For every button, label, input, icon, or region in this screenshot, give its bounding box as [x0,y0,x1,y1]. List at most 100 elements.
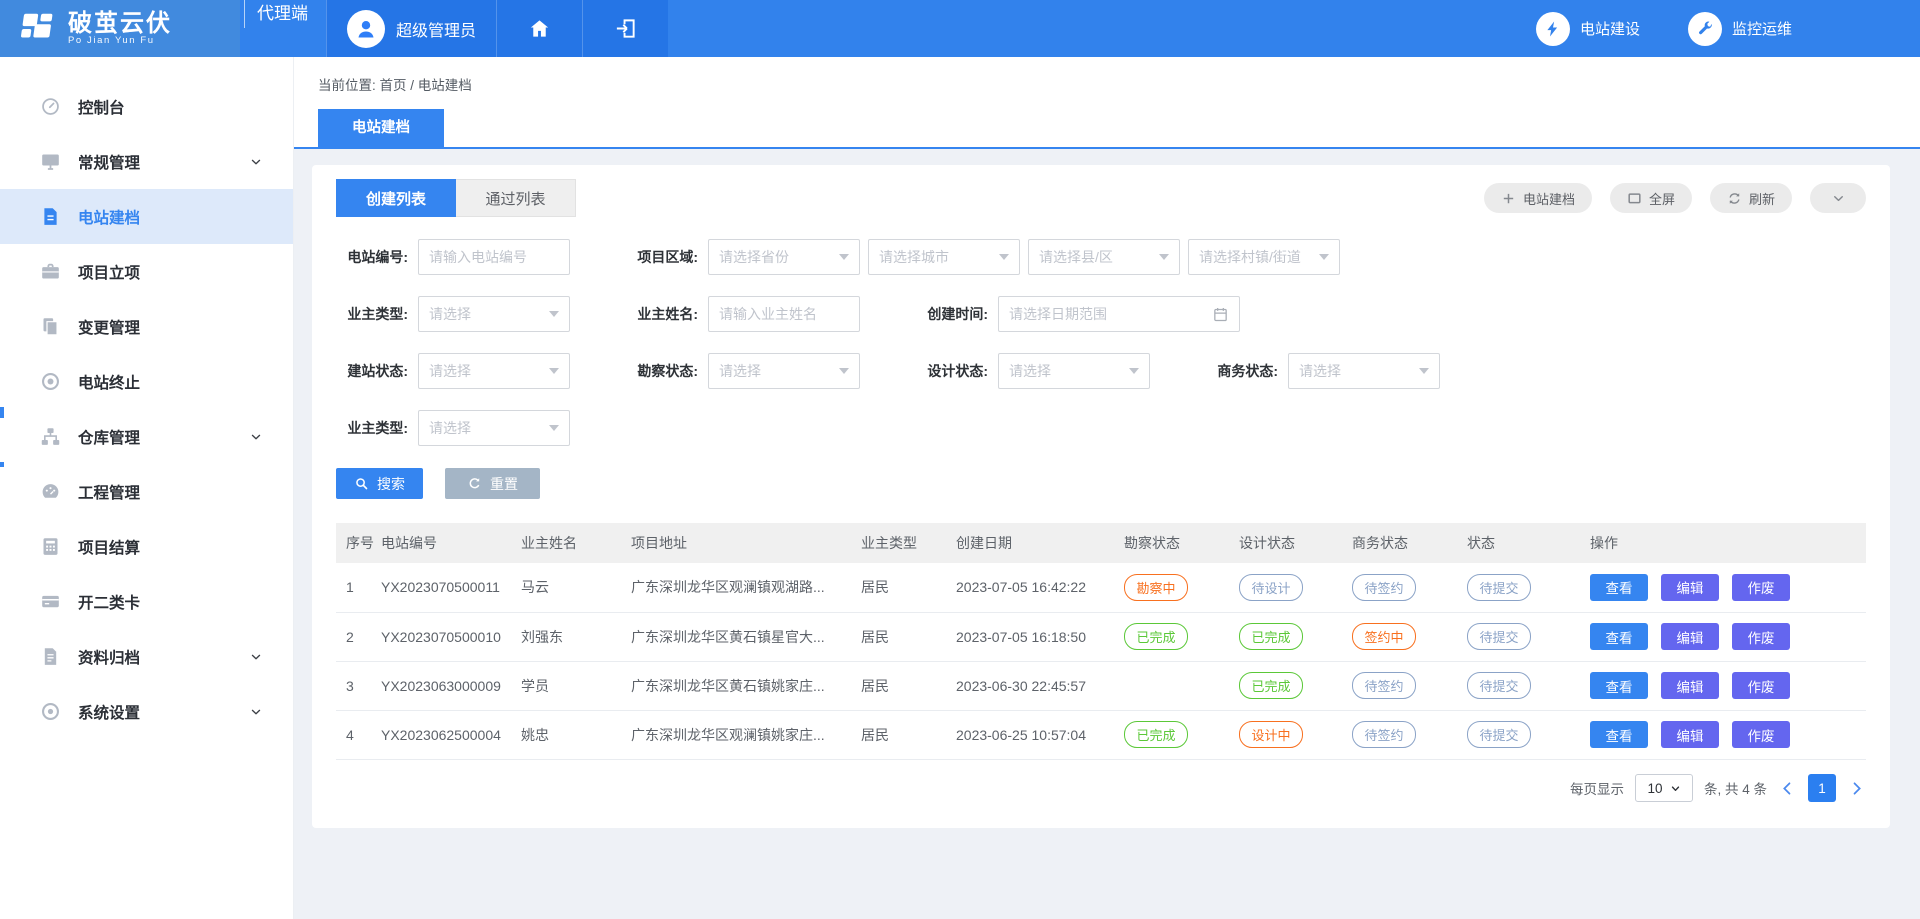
edit-button[interactable]: 编辑 [1661,672,1719,699]
archive-icon [40,646,61,667]
design-status-cell: 已完成 [1239,661,1352,710]
sidebar-item-engineering-mgmt[interactable]: 工程管理 [0,464,293,519]
placeholder-text: 请输入业主姓名 [719,304,849,324]
caret-down-icon [839,368,849,374]
status-cell: 待提交 [1467,563,1590,612]
placeholder-text: 请选择县/区 [1039,247,1151,267]
owner-type-select[interactable]: 请选择 [418,296,570,332]
status-badge: 待提交 [1467,623,1531,650]
view-button[interactable]: 查看 [1590,574,1648,601]
table-row: 3YX2023063000009学员广东深圳龙华区黄石镇姚家庄...居民2023… [336,661,1866,710]
sidebar-scroll-mark [0,407,4,418]
filter-label: 业主类型: [336,304,408,324]
void-button[interactable]: 作废 [1732,672,1790,699]
search-button[interactable]: 搜索 [336,468,423,499]
caret-down-icon [549,368,559,374]
chevron-down-icon [249,705,263,719]
void-button[interactable]: 作废 [1732,721,1790,748]
design-status-badge: 已完成 [1239,623,1303,650]
user-menu[interactable]: 超级管理员 [326,0,496,57]
view-button[interactable]: 查看 [1590,721,1648,748]
edit-button[interactable]: 编辑 [1661,574,1719,601]
sidebar-item-console[interactable]: 控制台 [0,79,293,134]
filter-business-status: 商务状态:请选择 [1206,353,1440,389]
calculator-icon [40,536,61,557]
owner-name-input[interactable]: 请输入业主姓名 [708,296,860,332]
serial-cell: 3 [336,661,381,710]
address-cell: 广东深圳龙华区黄石镇姚家庄... [631,661,861,710]
filter-owner-type-2: 业主类型: 请选择 [336,410,570,446]
fullscreen-button[interactable]: 全屏 [1610,183,1692,213]
page-title-tab[interactable]: 电站建档 [318,109,444,147]
filter-create-time: 创建时间:请选择日期范围 [916,296,1240,332]
design-status-badge: 待设计 [1239,574,1303,601]
prev-page-button[interactable] [1778,779,1797,798]
region-town-select[interactable]: 请选择村镇/街道 [1188,239,1340,275]
filter-label: 建站状态: [336,361,408,381]
home-button[interactable] [496,0,582,57]
business-status-badge: 待签约 [1352,574,1416,601]
sidebar-item-change-mgmt[interactable]: 变更管理 [0,299,293,354]
view-button[interactable]: 查看 [1590,672,1648,699]
reset-button[interactable]: 重置 [445,468,540,499]
gauge-icon [40,481,61,502]
filter-design-status: 设计状态:请选择 [916,353,1150,389]
card-icon [40,591,61,612]
status-badge: 待提交 [1467,721,1531,748]
sidebar-item-station-termination[interactable]: 电站终止 [0,354,293,409]
sidebar-item-project-initiation[interactable]: 项目立项 [0,244,293,299]
sidebar-item-system-settings[interactable]: 系统设置 [0,684,293,739]
void-button[interactable]: 作废 [1732,574,1790,601]
logout-button[interactable] [582,0,668,57]
results-table-wrap: 序号电站编号业主姓名项目地址业主类型创建日期勘察状态设计状态商务状态状态操作 1… [336,523,1866,760]
tab-pass-list[interactable]: 通过列表 [456,179,576,217]
per-page-select[interactable]: 10 [1635,774,1693,802]
filter-row: 业主类型: 请选择 [336,410,1866,446]
breadcrumb-link[interactable]: 首页 [380,78,407,93]
chevron-down-icon [249,155,263,169]
sidebar-item-general-mgmt[interactable]: 常规管理 [0,134,293,189]
create-time-datepicker[interactable]: 请选择日期范围 [998,296,1240,332]
settings-icon [40,701,61,722]
region-province-select[interactable]: 请选择省份 [708,239,860,275]
column-header: 业主姓名 [521,523,631,563]
status-badge: 待提交 [1467,672,1531,699]
filter-row: 建站状态:请选择勘察状态:请选择设计状态:请选择商务状态:请选择 [336,353,1866,389]
build-status-select[interactable]: 请选择 [418,353,570,389]
edit-button[interactable]: 编辑 [1661,623,1719,650]
station-code-input[interactable]: 请输入电站编号 [418,239,570,275]
shortcut-monitor-ops[interactable]: 监控运维 [1688,12,1792,46]
column-header: 勘察状态 [1124,523,1239,563]
sidebar-item-data-archive[interactable]: 资料归档 [0,629,293,684]
sidebar-item-warehouse-mgmt[interactable]: 仓库管理 [0,409,293,464]
filter-label: 业主类型: [336,418,408,438]
column-header: 商务状态 [1352,523,1467,563]
page-number-button[interactable]: 1 [1808,774,1836,802]
caret-down-icon [999,254,1009,260]
more-button[interactable] [1810,183,1866,213]
region-county-select[interactable]: 请选择县/区 [1028,239,1180,275]
view-button[interactable]: 查看 [1590,623,1648,650]
user-name: 超级管理员 [396,17,476,41]
edit-button[interactable]: 编辑 [1661,721,1719,748]
design-status-select[interactable]: 请选择 [998,353,1150,389]
sidebar-item-project-settlement[interactable]: 项目结算 [0,519,293,574]
created-date-cell: 2023-07-05 16:18:50 [956,612,1124,661]
tab-create-list[interactable]: 创建列表 [336,179,456,217]
region-city-select[interactable]: 请选择城市 [868,239,1020,275]
created-date-cell: 2023-06-25 10:57:04 [956,710,1124,759]
column-header: 状态 [1467,523,1590,563]
shortcut-station-build[interactable]: 电站建设 [1536,12,1640,46]
refresh-button[interactable]: 刷新 [1710,183,1792,213]
sidebar-item-second-type-card[interactable]: 开二类卡 [0,574,293,629]
add-station-button[interactable]: 电站建档 [1484,183,1592,213]
caret-down-icon [549,425,559,431]
owner-type-2-select[interactable]: 请选择 [418,410,570,446]
sidebar-item-station-archive[interactable]: 电站建档 [0,189,293,244]
business-status-select[interactable]: 请选择 [1288,353,1440,389]
next-page-button[interactable] [1847,779,1866,798]
survey-status-select[interactable]: 请选择 [708,353,860,389]
void-button[interactable]: 作废 [1732,623,1790,650]
search-icon [354,476,369,491]
owner-type-cell: 居民 [861,563,956,612]
